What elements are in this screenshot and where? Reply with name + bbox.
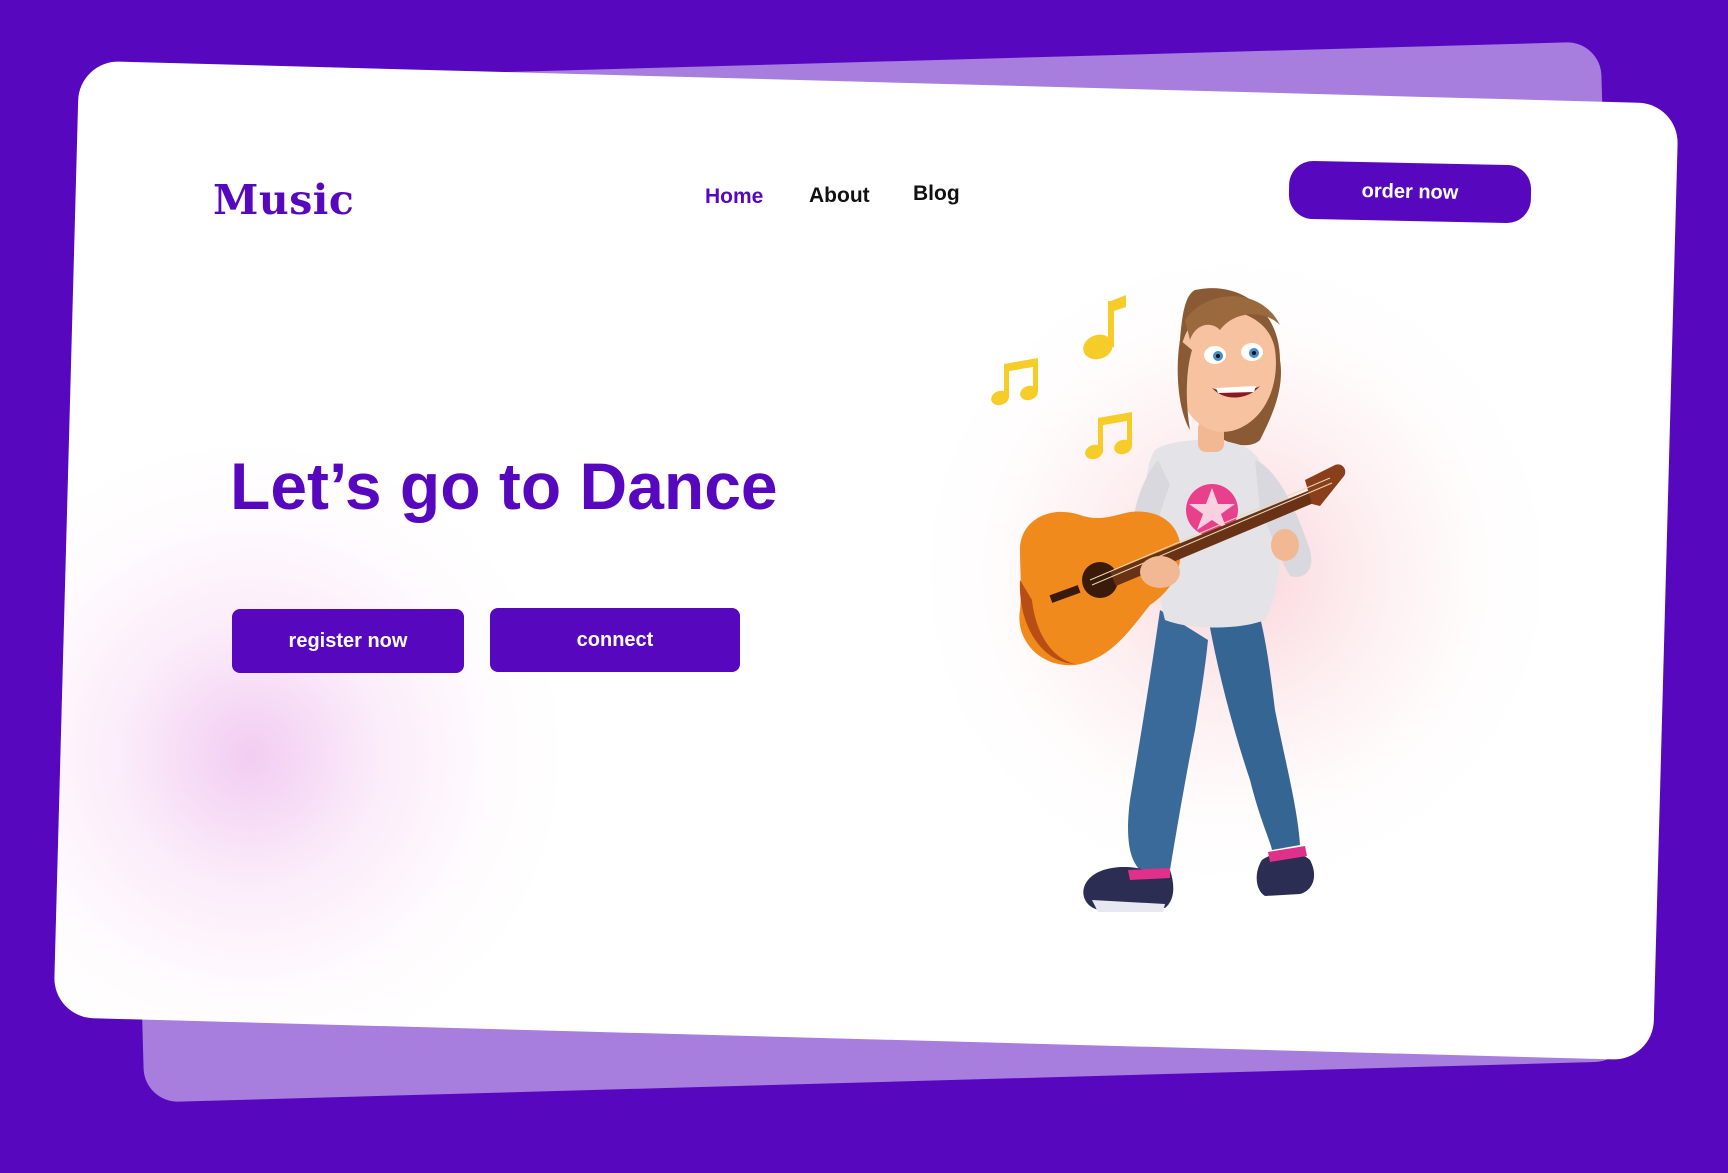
order-now-button[interactable]: order now (1288, 160, 1532, 224)
nav-item-about[interactable]: About (809, 184, 870, 208)
register-now-button[interactable]: register now (232, 609, 464, 673)
hero-headline: Let’s go to Dance (230, 449, 778, 523)
connect-button[interactable]: connect (490, 608, 740, 672)
nav-item-blog[interactable]: Blog (913, 182, 960, 206)
girl-with-guitar-illustration (1019, 288, 1346, 912)
page-content: Music Home About Blog order now Let’s go… (0, 0, 1728, 1173)
logo[interactable]: Music (213, 176, 354, 224)
nav-item-home[interactable]: Home (705, 185, 763, 209)
